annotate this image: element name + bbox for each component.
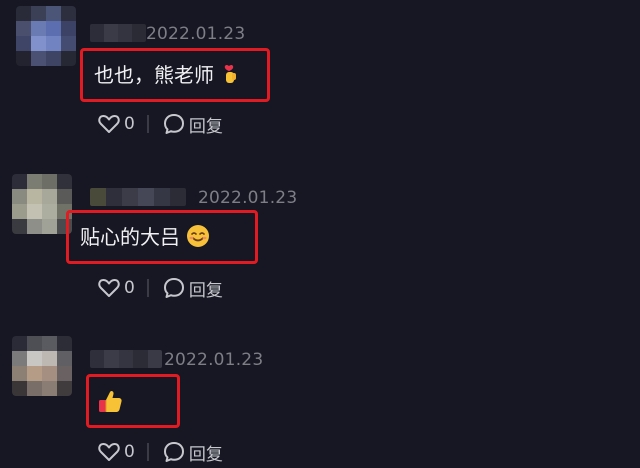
username-blurred[interactable]: [90, 24, 146, 42]
heart-outline-icon: [98, 443, 120, 461]
avatar[interactable]: [12, 336, 72, 396]
avatar[interactable]: [12, 174, 72, 234]
reply-button[interactable]: 回复: [163, 112, 223, 137]
like-button[interactable]: 0: [98, 442, 135, 462]
comment-timestamp: 2022.01.23: [198, 188, 298, 208]
reply-button[interactable]: 回复: [163, 440, 223, 465]
heart-outline-icon: [98, 279, 120, 297]
speech-bubble-icon: [163, 114, 184, 134]
comment-item: 2022.01.23 0 回复: [0, 330, 640, 468]
speech-bubble-icon: [163, 442, 184, 462]
comment-text: [98, 388, 124, 415]
like-count: 0: [124, 442, 135, 462]
reply-label: 回复: [188, 280, 223, 301]
username-blurred[interactable]: [90, 350, 162, 368]
divider: [146, 115, 149, 133]
comment-actions: 0 回复: [98, 112, 223, 137]
comment-timestamp: 2022.01.23: [146, 24, 246, 44]
comment-text: 也也，熊老师: [94, 62, 240, 88]
comment-timestamp: 2022.01.23: [164, 350, 264, 370]
avatar[interactable]: [16, 6, 76, 66]
comment-item: 2022.01.23 贴心的大吕 0 回复: [0, 166, 640, 326]
reply-label: 回复: [188, 116, 223, 137]
reply-label: 回复: [188, 444, 223, 465]
comment-item: 2022.01.23 也也，熊老师 0 回复: [0, 0, 640, 160]
comment-list: 2022.01.23 也也，熊老师 0 回复 2022.01.23 贴心的大吕 …: [0, 0, 640, 468]
thumbs-up-icon: [99, 390, 122, 412]
like-count: 0: [124, 278, 135, 298]
comment-actions: 0 回复: [98, 440, 223, 465]
comment-text: 贴心的大吕: [80, 224, 210, 250]
divider: [146, 279, 149, 297]
username-blurred[interactable]: [90, 188, 186, 206]
like-button[interactable]: 0: [98, 114, 135, 134]
divider: [146, 443, 149, 461]
finger-heart-icon: [224, 64, 236, 83]
like-count: 0: [124, 114, 135, 134]
speech-bubble-icon: [163, 278, 184, 298]
reply-button[interactable]: 回复: [163, 276, 223, 301]
heart-outline-icon: [98, 115, 120, 133]
like-button[interactable]: 0: [98, 278, 135, 298]
comment-actions: 0 回复: [98, 276, 223, 301]
smiling-face-icon: [187, 225, 209, 247]
